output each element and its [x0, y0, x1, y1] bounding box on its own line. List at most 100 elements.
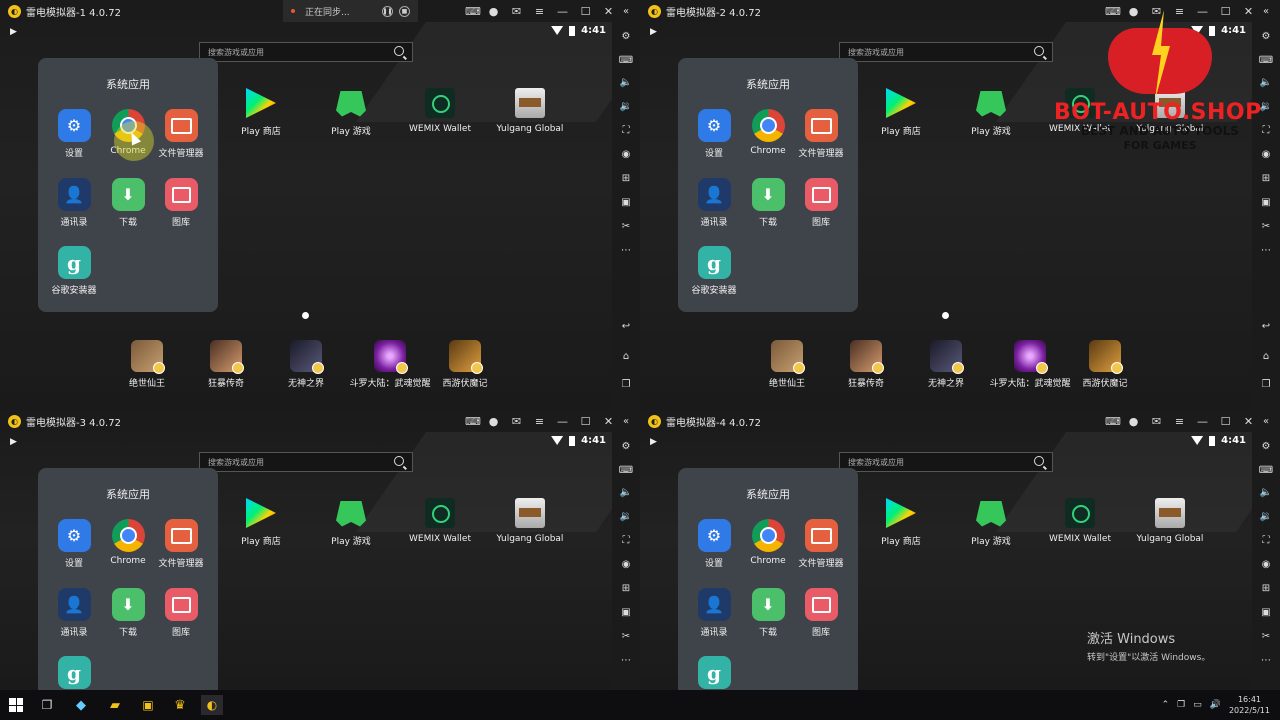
taskbar-clock[interactable]: 16:41 2022/5/11 [1229, 694, 1270, 716]
menu-icon[interactable]: ≡ [534, 5, 545, 18]
mail-icon[interactable]: ✉ [511, 5, 522, 18]
pause-icon[interactable]: ❚❚ [382, 5, 393, 17]
more-icon[interactable]: ⋯ [619, 654, 633, 666]
dock-app-4[interactable]: 斗罗大陆：武魂觉醒 [345, 340, 435, 389]
more-icon[interactable]: ⋯ [1259, 654, 1273, 666]
home-app-play-games[interactable]: Play 游戏 [946, 498, 1036, 547]
search-icon[interactable] [1034, 46, 1044, 56]
home-app-play-games[interactable]: Play 游戏 [306, 498, 396, 547]
scissors-icon[interactable]: ✂ [619, 220, 633, 232]
home-app-yulgang-global[interactable]: Yulgang Global [485, 88, 575, 134]
search-input[interactable]: 搜索游戏或应用 [199, 42, 413, 62]
search-input[interactable]: 搜索游戏或应用 [839, 42, 1053, 62]
maximize-icon[interactable]: ☐ [580, 5, 591, 18]
app-gallery[interactable]: 图库 [789, 588, 853, 638]
scissors-icon[interactable]: ✂ [1259, 220, 1273, 232]
search-icon[interactable] [1034, 456, 1044, 466]
dock-app-1[interactable]: 绝世仙王 [747, 340, 827, 389]
add-icon[interactable]: ⊞ [1259, 172, 1273, 184]
app-file-manager[interactable]: 文件管理器 [789, 519, 853, 569]
volume-down-icon[interactable]: 🔉 [619, 100, 633, 112]
file-explorer-icon[interactable]: ▰ [104, 695, 126, 715]
volume-up-icon[interactable]: 🔈 [619, 76, 633, 88]
app-gallery[interactable]: 图库 [149, 178, 213, 228]
add-icon[interactable]: ⊞ [619, 172, 633, 184]
home-app-play-store[interactable]: Play 商店 [216, 498, 306, 547]
search-input[interactable]: 搜索游戏或应用 [839, 452, 1053, 472]
minimize-icon[interactable]: — [557, 5, 568, 18]
gamepad-icon[interactable]: ⌨ [465, 5, 481, 18]
dock-app-5[interactable]: 西游伏魔记 [425, 340, 505, 389]
add-icon[interactable]: ⊞ [619, 582, 633, 594]
account-icon[interactable]: ● [1128, 415, 1139, 428]
home-app-play-games[interactable]: Play 游戏 [306, 88, 396, 137]
home-app-wemix-wallet[interactable]: WEMIX Wallet [395, 498, 485, 544]
maximize-icon[interactable]: ☐ [1220, 415, 1231, 428]
scissors-icon[interactable]: ✂ [619, 630, 633, 642]
home-app-wemix-wallet[interactable]: WEMIX Wallet [1035, 498, 1125, 544]
mail-icon[interactable]: ✉ [511, 415, 522, 428]
collapse-icon[interactable]: « [619, 415, 633, 427]
dock-app-4[interactable]: 斗罗大陆：武魂觉醒 [985, 340, 1075, 389]
more-icon[interactable]: ⋯ [619, 244, 633, 256]
app-file-manager[interactable]: 文件管理器 [149, 519, 213, 569]
volume-down-icon[interactable]: 🔉 [619, 510, 633, 522]
search-icon[interactable] [394, 456, 404, 466]
keyboard-icon[interactable]: ⌨ [619, 464, 633, 476]
recent-apps-icon[interactable]: ❐ [1259, 378, 1273, 390]
back-icon[interactable]: ↩ [619, 320, 633, 332]
back-icon[interactable]: ↩ [1259, 320, 1273, 332]
home-app-yulgang-global[interactable]: Yulgang Global [485, 498, 575, 544]
minimize-icon[interactable]: — [1197, 415, 1208, 428]
tray-network-icon[interactable]: ▭ [1193, 700, 1202, 710]
gamepad-icon[interactable]: ⌨ [1105, 415, 1121, 428]
dock-app-5[interactable]: 西游伏魔记 [1065, 340, 1145, 389]
app-gallery[interactable]: 图库 [149, 588, 213, 638]
fullscreen-icon[interactable]: ⛶ [1259, 534, 1273, 546]
app-file-manager[interactable]: 文件管理器 [789, 109, 853, 159]
ldmultiplayer-icon[interactable]: ▣ [137, 695, 159, 715]
home-icon[interactable]: ⌂ [1259, 350, 1273, 362]
home-app-play-store[interactable]: Play 商店 [856, 88, 946, 137]
task-view-icon[interactable]: ❐ [36, 695, 58, 715]
volume-up-icon[interactable]: 🔈 [1259, 486, 1273, 498]
start-button[interactable] [5, 695, 27, 715]
home-app-yulgang-global[interactable]: Yulgang Global [1125, 498, 1215, 544]
record-icon[interactable]: ◉ [619, 558, 633, 570]
menu-icon[interactable]: ≡ [1174, 415, 1185, 428]
ldplayer-taskbar-icon[interactable]: ◐ [201, 695, 223, 715]
maximize-icon[interactable]: ☐ [580, 415, 591, 428]
keyboard-icon[interactable]: ⌨ [619, 54, 633, 66]
settings-gear-icon[interactable]: ⚙ [619, 30, 633, 42]
dock-app-3[interactable]: 无神之界 [906, 340, 986, 389]
apk-icon[interactable]: ▣ [619, 196, 633, 208]
home-icon[interactable]: ⌂ [619, 350, 633, 362]
app-google-installer[interactable]: g谷歌安装器 [42, 656, 106, 690]
settings-gear-icon[interactable]: ⚙ [1259, 440, 1273, 452]
account-icon[interactable]: ● [488, 415, 499, 428]
add-icon[interactable]: ⊞ [1259, 582, 1273, 594]
search-icon[interactable] [394, 46, 404, 56]
app-gallery[interactable]: 图库 [789, 178, 853, 228]
dock-app-2[interactable]: 狂暴传奇 [826, 340, 906, 389]
record-icon[interactable]: ◉ [619, 148, 633, 160]
apk-icon[interactable]: ▣ [619, 606, 633, 618]
keyboard-icon[interactable]: ⌨ [1259, 464, 1273, 476]
app-google-installer[interactable]: g谷歌安装器 [42, 246, 106, 296]
tray-volume-icon[interactable]: 🔊 [1210, 700, 1221, 710]
home-app-play-store[interactable]: Play 商店 [216, 88, 306, 137]
fullscreen-icon[interactable]: ⛶ [619, 534, 633, 546]
menu-icon[interactable]: ≡ [534, 415, 545, 428]
home-app-wemix-wallet[interactable]: WEMIX Wallet [395, 88, 485, 134]
fullscreen-icon[interactable]: ⛶ [619, 124, 633, 136]
recent-apps-icon[interactable]: ❐ [619, 378, 633, 390]
apk-icon[interactable]: ▣ [1259, 606, 1273, 618]
crown-app-icon[interactable]: ♛ [169, 695, 191, 715]
home-app-play-store[interactable]: Play 商店 [856, 498, 946, 547]
settings-gear-icon[interactable]: ⚙ [619, 440, 633, 452]
app-taskbar-icon[interactable]: ◆ [70, 695, 92, 715]
tray-window-icon[interactable]: ❐ [1177, 700, 1185, 710]
record-icon[interactable]: ◉ [1259, 558, 1273, 570]
stop-icon[interactable]: ■ [399, 5, 410, 17]
scissors-icon[interactable]: ✂ [1259, 630, 1273, 642]
